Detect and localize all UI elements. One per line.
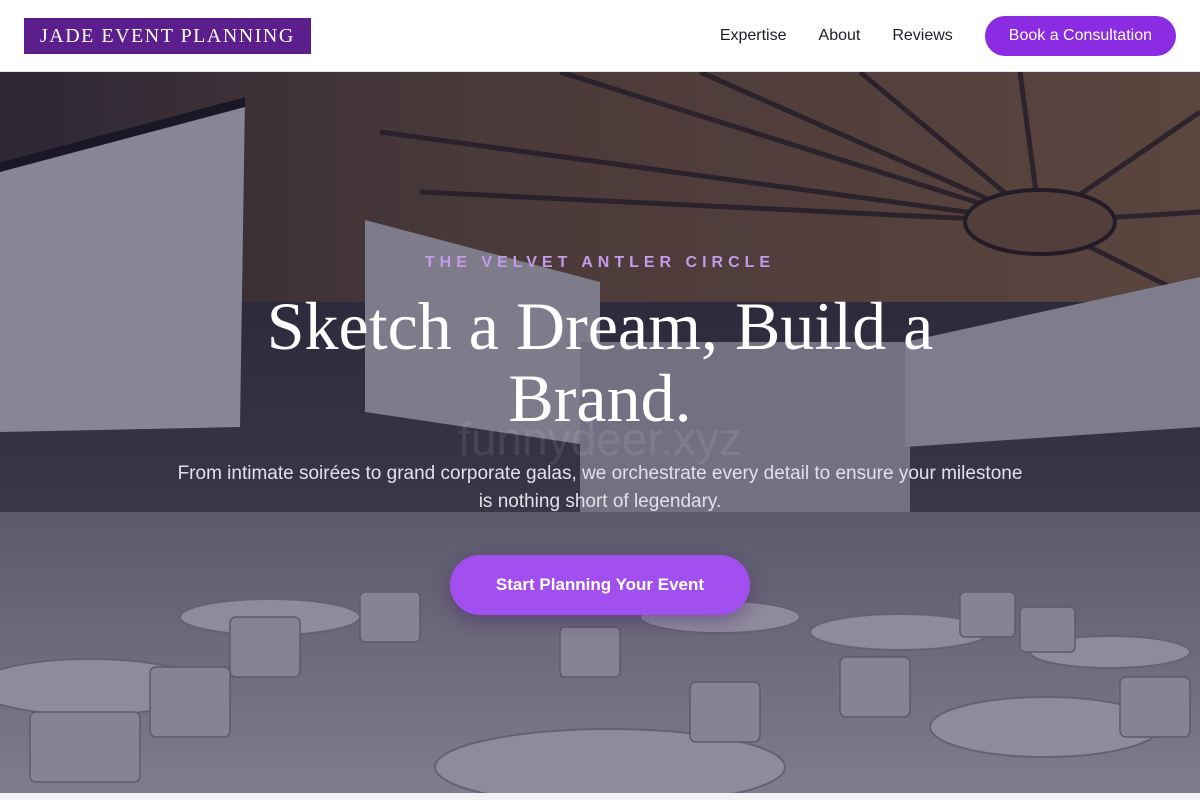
main-nav: Expertise About Reviews Book a Consultat…: [688, 15, 1176, 56]
hero-subtext: From intimate soirées to grand corporate…: [177, 463, 1023, 512]
watermark-text: funnydeer.xyz: [458, 413, 742, 465]
book-consultation-button[interactable]: Book a Consultation: [984, 15, 1176, 56]
site-header: JADE EVENT PLANNING Expertise About Revi…: [0, 0, 1200, 72]
brand-logo[interactable]: JADE EVENT PLANNING: [24, 17, 311, 54]
hero-eyebrow: THE VELVET ANTLER CIRCLE: [424, 254, 776, 271]
nav-link-about[interactable]: About: [819, 27, 861, 45]
start-planning-button[interactable]: Start Planning Your Event: [450, 555, 750, 615]
nav-link-reviews[interactable]: Reviews: [892, 27, 952, 45]
page-bottom-strip: [0, 793, 1200, 800]
nav-link-expertise[interactable]: Expertise: [720, 27, 787, 45]
hero-section: THE VELVET ANTLER CIRCLE Sketch a Dream,…: [0, 72, 1200, 793]
hero-content: THE VELVET ANTLER CIRCLE Sketch a Dream,…: [0, 72, 1200, 793]
